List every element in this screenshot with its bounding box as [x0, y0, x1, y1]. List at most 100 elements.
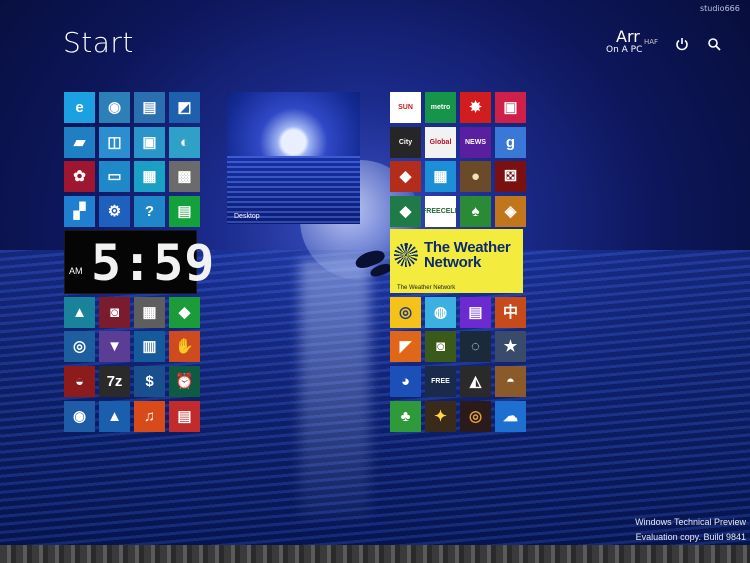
clock-tile[interactable]: AM 5:59 [64, 230, 214, 294]
checkers-icon: ● [470, 168, 481, 185]
sun-news-icon: SUN [398, 103, 413, 111]
right-tile-zombie[interactable]: ◙ [425, 331, 456, 362]
firefox-icon: ◉ [107, 99, 122, 116]
left-tile-7zip[interactable]: 7z [99, 366, 130, 397]
left-tile-music[interactable]: ♫ [134, 401, 165, 432]
mahjong-pins-icon: ◆ [399, 203, 412, 220]
mahjong-icon: 中 [502, 304, 518, 321]
left-tile-help[interactable]: ? [134, 196, 165, 227]
left-tile-file-explorer[interactable]: ▤ [134, 92, 165, 123]
left-tile-store[interactable]: ▤ [169, 196, 200, 227]
right-tile-solitaire[interactable]: ♠ [460, 196, 491, 227]
right-tile-pool[interactable]: ◌ [460, 331, 491, 362]
right-tile-sun-news[interactable]: SUN [390, 92, 421, 123]
left-tile-internet-explorer[interactable]: e [64, 92, 95, 123]
zombie-icon: ◙ [435, 338, 446, 355]
right-tile-global-news[interactable]: Global [425, 127, 456, 158]
right-tile-dream-game[interactable]: ✦ [425, 401, 456, 432]
left-tile-eye-view[interactable]: ◉ [64, 401, 95, 432]
left-tile-alarms[interactable]: ⏰ [169, 366, 200, 397]
left-tile-vlc[interactable]: ▲ [99, 401, 130, 432]
right-tile-metro[interactable]: metro [425, 92, 456, 123]
watermark-text: studio666 [700, 4, 740, 13]
right-tile-checkers[interactable]: ● [460, 161, 491, 192]
hunt-game-icon: ◭ [469, 373, 482, 390]
google-icon: g [505, 134, 516, 151]
left-tile-calculator2[interactable]: ▦ [134, 297, 165, 328]
intel-icon: ◎ [72, 338, 87, 355]
eye-view-icon: ◉ [72, 408, 87, 425]
power-icon[interactable] [673, 35, 691, 53]
desktop-tile[interactable]: Desktop [227, 92, 360, 224]
left-tile-device-manager[interactable]: ✿ [64, 161, 95, 192]
right-tile-cbc[interactable]: ✸ [460, 92, 491, 123]
settings-icon: ⚙ [107, 203, 122, 220]
right-tile-cut-the-rope[interactable]: ◍ [425, 297, 456, 328]
right-tile-video[interactable]: ▣ [495, 92, 526, 123]
weather-logo-icon [394, 243, 418, 267]
right-tile-racing[interactable]: ◤ [390, 331, 421, 362]
right-tile-onedrive[interactable]: ☁ [495, 401, 526, 432]
search-icon[interactable] [705, 35, 723, 53]
right-tile-dice[interactable]: ⚄ [495, 161, 526, 192]
camera-icon: ◙ [109, 304, 120, 321]
office-lens-icon: ✋ [175, 338, 194, 355]
right-tile-google[interactable]: g [495, 127, 526, 158]
right-tile-tap-tiles[interactable]: ▤ [460, 297, 491, 328]
right-tile-city-news[interactable]: City [390, 127, 421, 158]
left-tile-paint[interactable]: ◐ [169, 127, 200, 158]
photos-icon: ▲ [72, 304, 87, 321]
left-tile-music-grid[interactable]: ▥ [134, 331, 165, 362]
right-tile-puzzle-game[interactable]: ▦ [425, 161, 456, 192]
left-tile-calculator[interactable]: ▩ [169, 161, 200, 192]
cbc-icon: ✸ [469, 99, 482, 116]
right-tile-fighting-game[interactable]: ◆ [390, 161, 421, 192]
left-tile-news[interactable]: ▤ [169, 401, 200, 432]
right-tile-trophy-game[interactable]: ◈ [495, 196, 526, 227]
build-line-1: Windows Technical Preview [635, 517, 746, 527]
left-tile-windows-media-center[interactable]: ▰ [64, 127, 95, 158]
left-tile-photos[interactable]: ▲ [64, 297, 95, 328]
help-icon: ? [144, 203, 155, 220]
left-tile-remote-desktop[interactable]: ▣ [134, 127, 165, 158]
left-tile-finance[interactable]: $ [134, 366, 165, 397]
left-tile-computer[interactable]: ▭ [99, 161, 130, 192]
right-tile-news-channel[interactable]: NEWS [460, 127, 491, 158]
right-tile-freecell[interactable]: FREECELL [425, 196, 456, 227]
right-tile-cards[interactable]: ♣ [390, 401, 421, 432]
right-tile-minions[interactable]: ◎ [390, 297, 421, 328]
left-tile-camera[interactable]: ◙ [99, 297, 130, 328]
right-tile-sonic[interactable]: ◕ [390, 366, 421, 397]
left-tile-store-apps[interactable]: ▞ [64, 196, 95, 227]
left-tile-office-lens[interactable]: ✋ [169, 331, 200, 362]
avatar[interactable]: HAF [641, 36, 661, 47]
right-tile-free-cards[interactable]: FREE [425, 366, 456, 397]
left-tile-notepad[interactable]: ▦ [134, 161, 165, 192]
pool-icon: ◌ [471, 338, 480, 355]
metro-icon: metro [430, 103, 451, 111]
music-grid-icon: ▥ [142, 338, 157, 355]
left-tile-network-center[interactable]: ◫ [99, 127, 130, 158]
left-tile-firefox[interactable]: ◉ [99, 92, 130, 123]
right-tile-cowboy[interactable]: ◓ [495, 366, 526, 397]
right-tile-hunt-game[interactable]: ◭ [460, 366, 491, 397]
weather-network-tile[interactable]: The Weather Network The Weather Network [390, 229, 523, 293]
left-tile-ccleaner[interactable]: ◒ [64, 366, 95, 397]
user-name[interactable]: Arr [616, 29, 640, 45]
finance-icon: $ [145, 373, 154, 390]
left-tile-reader[interactable]: ▼ [99, 331, 130, 362]
right-tile-mahjong-pins[interactable]: ◆ [390, 196, 421, 227]
right-tile-mahjong[interactable]: 中 [495, 297, 526, 328]
right-tile-tunnel[interactable]: ◎ [460, 401, 491, 432]
left-tile-xbox-games[interactable]: ◆ [169, 297, 200, 328]
right-tile-star-game[interactable]: ★ [495, 331, 526, 362]
sonic-icon: ◕ [400, 373, 411, 390]
user-status[interactable]: On A PC [606, 45, 642, 55]
cards-icon: ♣ [400, 408, 411, 425]
reader-icon: ▼ [107, 338, 122, 355]
calculator-icon: ▩ [177, 168, 192, 185]
left-tile-intel[interactable]: ◎ [64, 331, 95, 362]
left-tile-settings[interactable]: ⚙ [99, 196, 130, 227]
left-tile-photos-viewer[interactable]: ◩ [169, 92, 200, 123]
photos-viewer-icon: ◩ [177, 99, 192, 116]
